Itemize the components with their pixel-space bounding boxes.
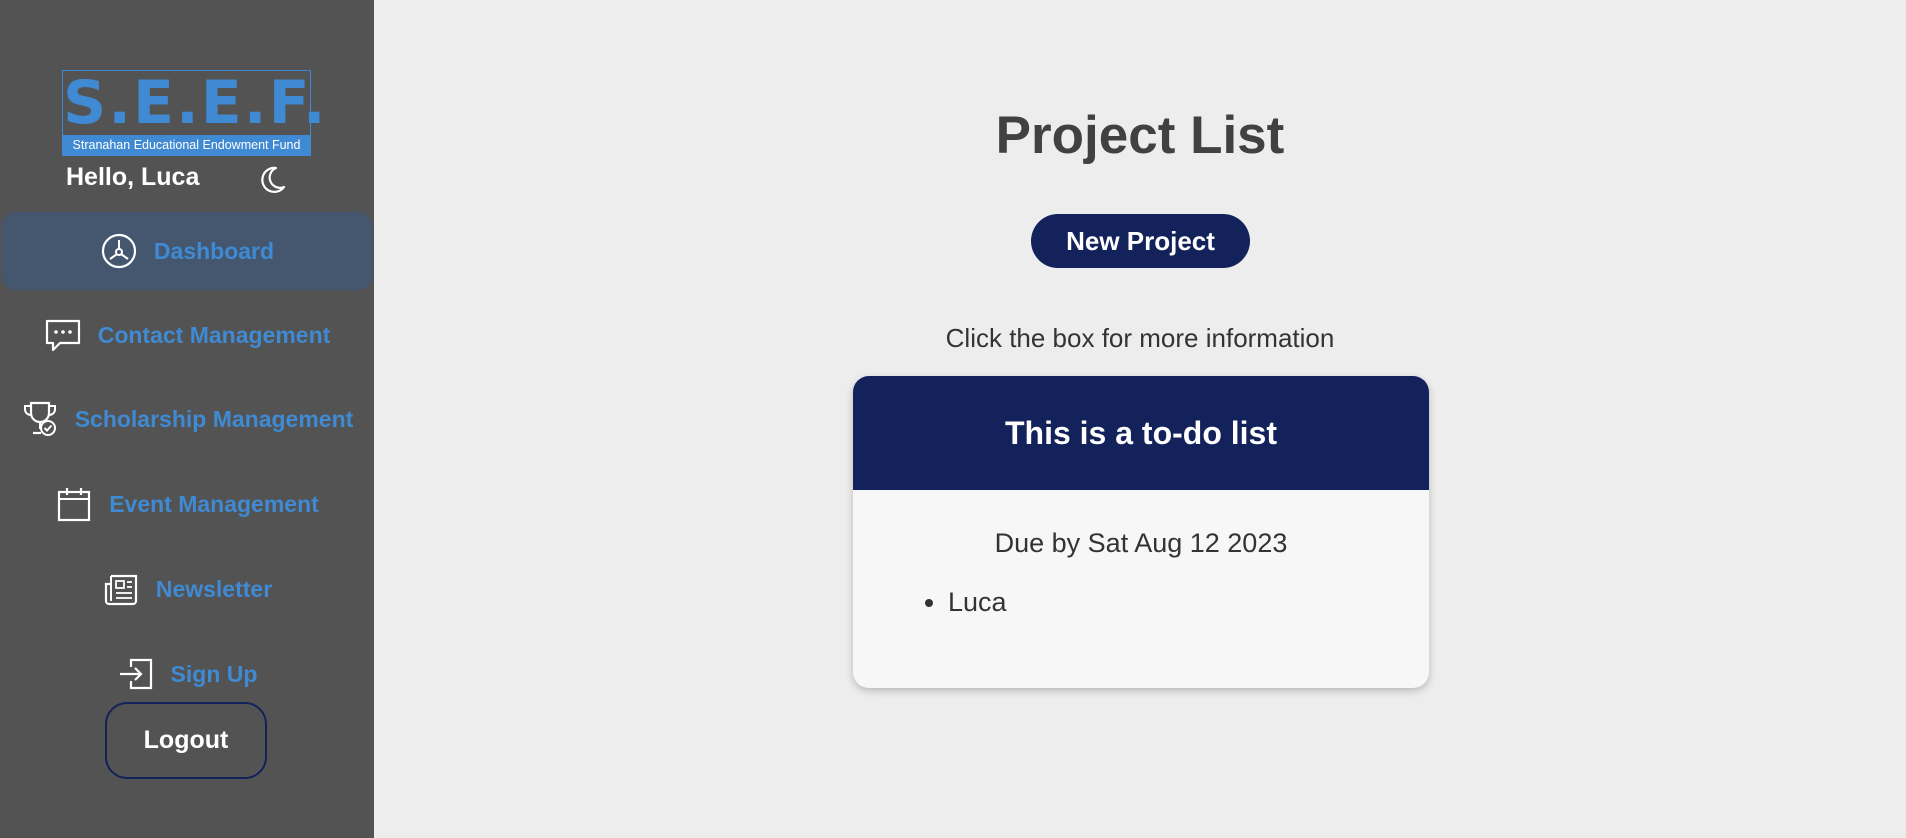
nav-label: Event Management — [109, 490, 319, 517]
seef-logo[interactable]: S.E.E.F. Stranahan Educational Endowment… — [62, 68, 328, 156]
nav-label: Newsletter — [155, 575, 273, 602]
project-card-title: This is a to-do list — [853, 376, 1429, 490]
greeting: Hello, Luca — [66, 163, 200, 191]
nav-dashboard[interactable]: Dashboard — [2, 212, 372, 290]
new-project-button[interactable]: New Project — [1031, 214, 1250, 268]
logout-button[interactable]: Logout — [105, 702, 267, 779]
nav-scholarship-management[interactable]: Scholarship Management — [0, 380, 374, 458]
nav-contact-management[interactable]: Contact Management — [0, 296, 374, 374]
page-title: Project List — [995, 106, 1285, 165]
project-member-list: Luca — [853, 587, 1429, 618]
hint-text: Click the box for more information — [945, 323, 1335, 353]
logo-subtitle: Stranahan Educational Endowment Fund — [63, 135, 310, 155]
nav-newsletter[interactable]: Newsletter — [0, 550, 374, 628]
nav-label: Sign Up — [170, 660, 258, 687]
sign-in-icon — [119, 658, 152, 690]
logo-letters: S.E.E.F. — [63, 68, 328, 138]
nav-label: Contact Management — [97, 321, 331, 348]
project-card[interactable]: This is a to-do list Due by Sat Aug 12 2… — [853, 376, 1429, 688]
trophy-check-icon — [23, 401, 56, 436]
dashboard-gauge-icon — [101, 233, 137, 269]
nav-label: Scholarship Management — [74, 405, 354, 432]
calendar-icon — [58, 488, 91, 522]
project-due-date: Due by Sat Aug 12 2023 — [994, 528, 1288, 558]
sidebar: S.E.E.F. Stranahan Educational Endowment… — [0, 0, 374, 838]
list-item: Luca — [948, 587, 1429, 618]
nav-event-management[interactable]: Event Management — [0, 465, 374, 543]
moon-icon[interactable] — [256, 164, 288, 196]
newspaper-icon — [104, 574, 137, 606]
nav-label: Dashboard — [153, 237, 275, 264]
chat-bubble-icon — [45, 319, 80, 352]
